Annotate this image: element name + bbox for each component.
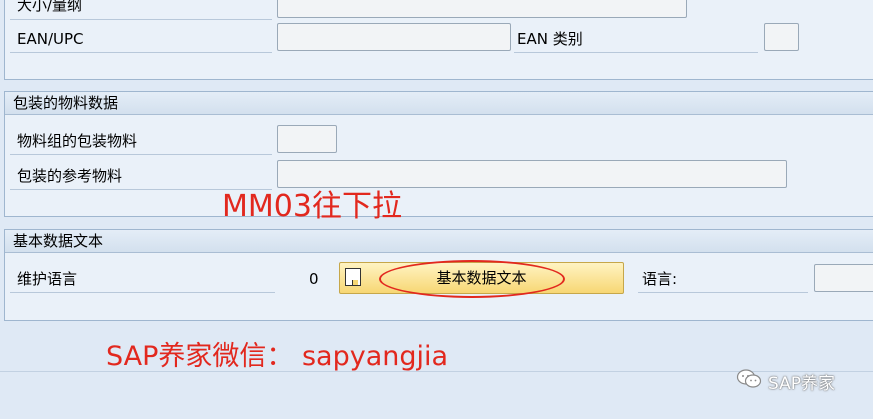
wechat-icon (736, 368, 762, 390)
basic-text-section-title: 基本数据文本 (5, 230, 873, 253)
ean-category-label: EAN 类别 (517, 30, 583, 48)
row-separator (10, 19, 272, 20)
highlight-ellipse (379, 260, 565, 298)
ean-category-field[interactable] (764, 23, 799, 51)
material-group-label: 物料组的包装物料 (17, 132, 138, 150)
row-separator (638, 292, 808, 293)
text-count-value: 0 (309, 270, 319, 288)
mm03-annotation: MM03往下拉 (222, 189, 402, 224)
packaging-section-title: 包装的物料数据 (5, 92, 873, 115)
reference-material-label: 包装的参考物料 (17, 167, 123, 185)
wechat-annotation: SAP养家微信： sapyangjia (106, 341, 449, 372)
row-separator (10, 154, 272, 155)
language-field[interactable] (814, 264, 873, 292)
size-dims-field[interactable] (277, 0, 687, 18)
maintain-language-label: 维护语言 (17, 270, 78, 288)
ean-upc-field[interactable] (277, 23, 511, 51)
row-separator (514, 52, 758, 53)
size-dims-label: 大小/量纲 (17, 0, 83, 14)
document-edit-icon (345, 268, 361, 286)
ean-upc-label: EAN/UPC (17, 30, 84, 48)
watermark-text: SAP养家 (768, 374, 835, 394)
language-label: 语言: (642, 270, 678, 288)
row-separator (10, 52, 272, 53)
material-group-field[interactable] (277, 125, 337, 153)
row-separator (10, 292, 275, 293)
